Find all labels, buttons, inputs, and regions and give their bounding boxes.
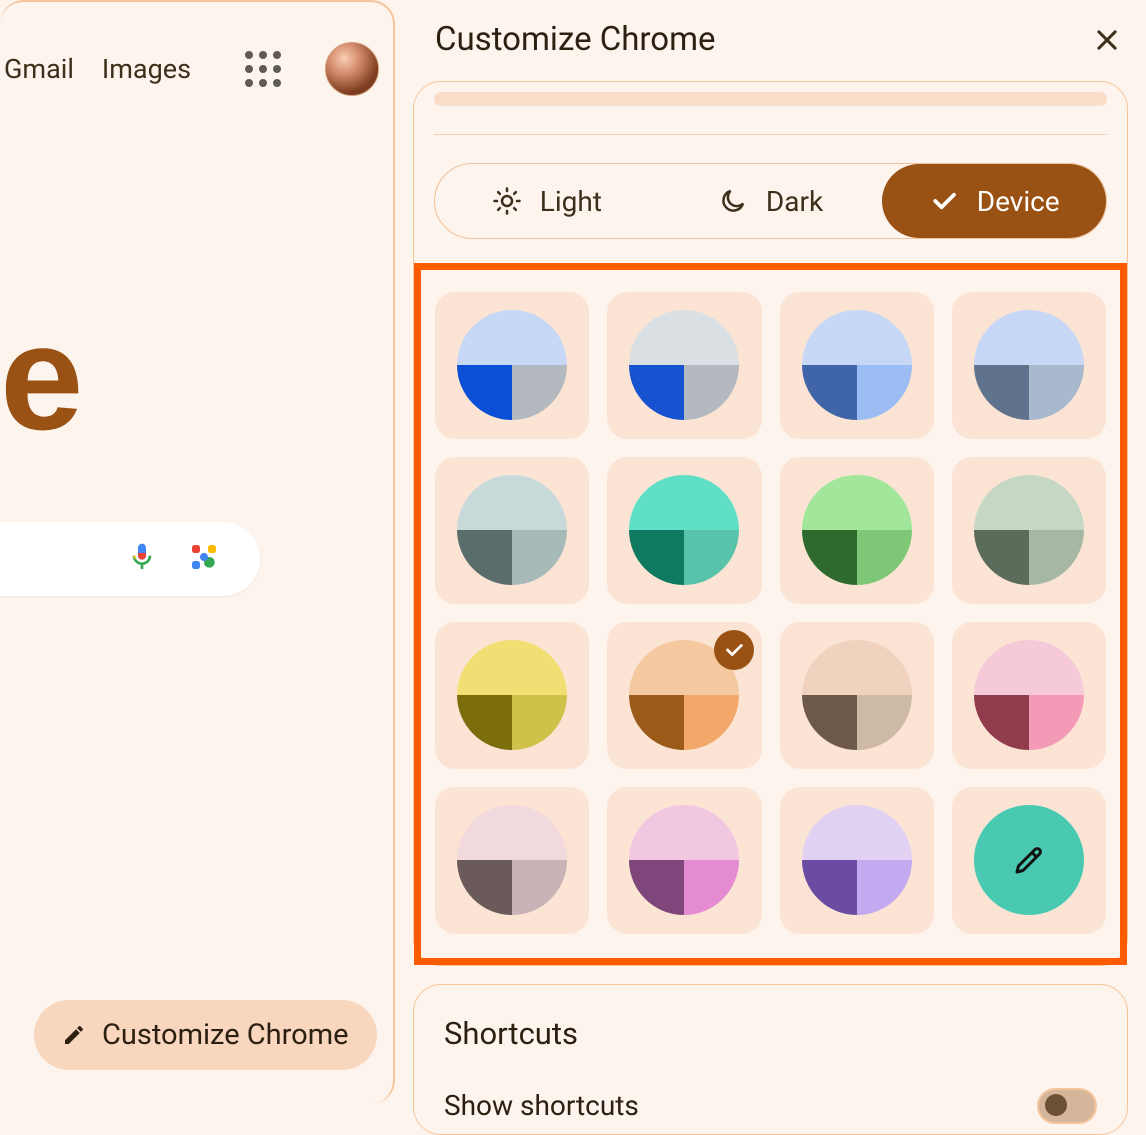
- close-icon[interactable]: [1094, 27, 1120, 53]
- color-swatch[interactable]: [780, 292, 934, 439]
- customize-side-panel: Customize Chrome Light Dark Device: [395, 0, 1146, 1104]
- shortcuts-title: Shortcuts: [444, 1015, 1097, 1052]
- custom-color-swatch[interactable]: [952, 787, 1106, 934]
- color-swatch-highlight: [414, 263, 1127, 965]
- swatch-circle: [457, 475, 567, 585]
- swatch-circle: [629, 805, 739, 915]
- panel-header: Customize Chrome: [413, 0, 1128, 81]
- color-swatch[interactable]: [607, 292, 761, 439]
- gmail-link[interactable]: Gmail: [4, 53, 74, 85]
- appearance-section: Light Dark Device: [413, 81, 1128, 966]
- color-swatch[interactable]: [952, 457, 1106, 604]
- color-swatch[interactable]: [435, 457, 589, 604]
- color-swatch[interactable]: [780, 787, 934, 934]
- swatch-circle: [974, 475, 1084, 585]
- mode-dark[interactable]: Dark: [659, 164, 883, 238]
- swatch-circle: [629, 475, 739, 585]
- mode-device-label: Device: [977, 185, 1060, 218]
- customize-chrome-label: Customize Chrome: [102, 1018, 349, 1052]
- apps-grid-icon[interactable]: [245, 51, 281, 87]
- swatch-circle: [802, 805, 912, 915]
- swatch-circle: [457, 640, 567, 750]
- mode-light[interactable]: Light: [435, 164, 659, 238]
- shortcuts-section: Shortcuts Show shortcuts: [413, 984, 1128, 1135]
- color-swatch[interactable]: [607, 457, 761, 604]
- selected-check-icon: [714, 630, 754, 670]
- color-swatch[interactable]: [607, 787, 761, 934]
- google-logo-fragment: e: [0, 302, 83, 452]
- swatch-circle: [457, 310, 567, 420]
- swatch-circle: [629, 310, 739, 420]
- show-shortcuts-label: Show shortcuts: [444, 1089, 639, 1122]
- check-icon: [929, 186, 959, 216]
- swatch-circle: [974, 640, 1084, 750]
- eyedropper-circle: [974, 805, 1084, 915]
- color-swatch[interactable]: [780, 457, 934, 604]
- divider: [434, 134, 1107, 135]
- swatch-circle: [802, 640, 912, 750]
- profile-avatar[interactable]: [325, 42, 379, 96]
- collapsed-card-sliver: [434, 92, 1107, 106]
- color-swatch[interactable]: [952, 622, 1106, 769]
- mode-light-label: Light: [540, 185, 602, 218]
- pencil-icon: [62, 1023, 86, 1047]
- search-bar[interactable]: [0, 522, 260, 596]
- color-swatch[interactable]: [435, 622, 589, 769]
- images-link[interactable]: Images: [102, 53, 191, 85]
- color-swatch[interactable]: [435, 787, 589, 934]
- top-nav: Gmail Images: [0, 42, 393, 96]
- color-swatch[interactable]: [607, 622, 761, 769]
- color-mode-segmented: Light Dark Device: [434, 163, 1107, 239]
- swatch-circle: [802, 475, 912, 585]
- show-shortcuts-row: Show shortcuts: [444, 1088, 1097, 1124]
- voice-search-icon[interactable]: [126, 541, 158, 577]
- color-swatch[interactable]: [780, 622, 934, 769]
- swatch-circle: [457, 805, 567, 915]
- mode-device[interactable]: Device: [882, 164, 1106, 238]
- panel-title: Customize Chrome: [435, 20, 716, 59]
- color-swatch[interactable]: [435, 292, 589, 439]
- moon-icon: [718, 186, 748, 216]
- color-swatch[interactable]: [952, 292, 1106, 439]
- mode-dark-label: Dark: [766, 185, 823, 218]
- image-search-icon[interactable]: [188, 541, 220, 577]
- eyedropper-icon: [1011, 842, 1047, 878]
- sun-icon: [492, 186, 522, 216]
- swatch-circle: [802, 310, 912, 420]
- new-tab-page-preview: Gmail Images e Customize Chrome: [0, 0, 395, 1104]
- toggle-knob: [1045, 1094, 1067, 1116]
- show-shortcuts-toggle[interactable]: [1037, 1088, 1097, 1124]
- color-swatch-grid: [435, 292, 1106, 934]
- swatch-circle: [974, 310, 1084, 420]
- customize-chrome-button[interactable]: Customize Chrome: [34, 1000, 377, 1070]
